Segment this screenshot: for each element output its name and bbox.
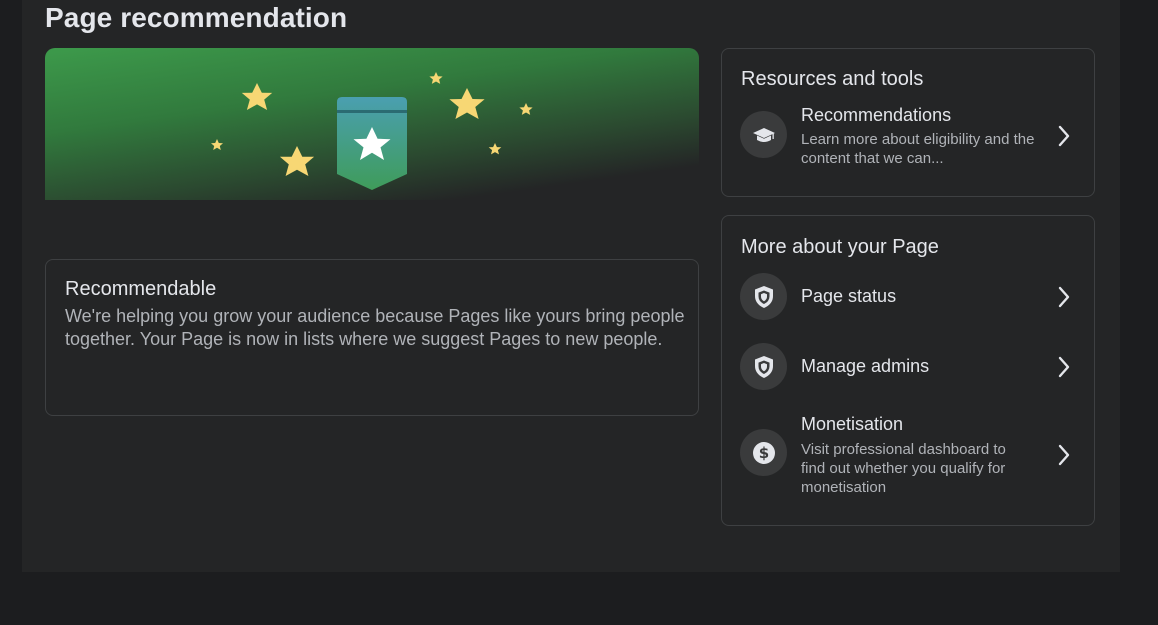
recommendation-banner: [45, 48, 699, 200]
chevron-right-icon: [1058, 286, 1070, 308]
recommendation-status-card: Recommendable We're helping you grow you…: [45, 259, 699, 416]
svg-text:$: $: [758, 444, 768, 462]
badge-icon: [337, 97, 407, 190]
banner-illustration: [211, 72, 533, 190]
graduation-cap-icon: [740, 111, 787, 158]
page-status-row[interactable]: Page status: [722, 273, 1094, 320]
shield-icon: [740, 343, 787, 390]
monetisation-subtitle: Visit professional dashboard to find out…: [801, 441, 1006, 496]
star-icon: [429, 72, 443, 84]
monetisation-title: Monetisation: [801, 414, 904, 434]
recommendations-row[interactable]: Recommendations Learn more about eligibi…: [722, 103, 1094, 171]
star-icon: [519, 103, 533, 115]
page-status-title: Page status: [801, 286, 897, 306]
chevron-right-icon: [1058, 444, 1070, 466]
status-description: We're helping you grow your audience bec…: [65, 306, 685, 349]
more-about-page-card: More about your Page Page status Manage …: [721, 215, 1095, 526]
manage-admins-title: Manage admins: [801, 356, 930, 376]
recommendations-title: Recommendations: [801, 105, 952, 125]
resources-heading: Resources and tools: [741, 68, 924, 90]
status-title: Recommendable: [65, 278, 217, 300]
star-icon: [211, 139, 223, 150]
chevron-right-icon: [1058, 125, 1070, 147]
monetisation-row[interactable]: $ Monetisation Visit professional dashbo…: [722, 412, 1094, 500]
resources-card: Resources and tools Recommendations Lear…: [721, 48, 1095, 197]
manage-admins-row[interactable]: Manage admins: [722, 343, 1094, 390]
dollar-icon: $: [740, 429, 787, 476]
star-icon: [241, 83, 273, 110]
recommendations-subtitle: Learn more about eligibility and the con…: [801, 131, 1035, 167]
shield-icon: [740, 273, 787, 320]
chevron-right-icon: [1058, 356, 1070, 378]
star-icon: [488, 143, 502, 155]
page-title: Page recommendation: [45, 2, 348, 33]
more-heading: More about your Page: [741, 236, 939, 258]
star-icon: [449, 88, 485, 119]
star-icon: [279, 146, 315, 176]
